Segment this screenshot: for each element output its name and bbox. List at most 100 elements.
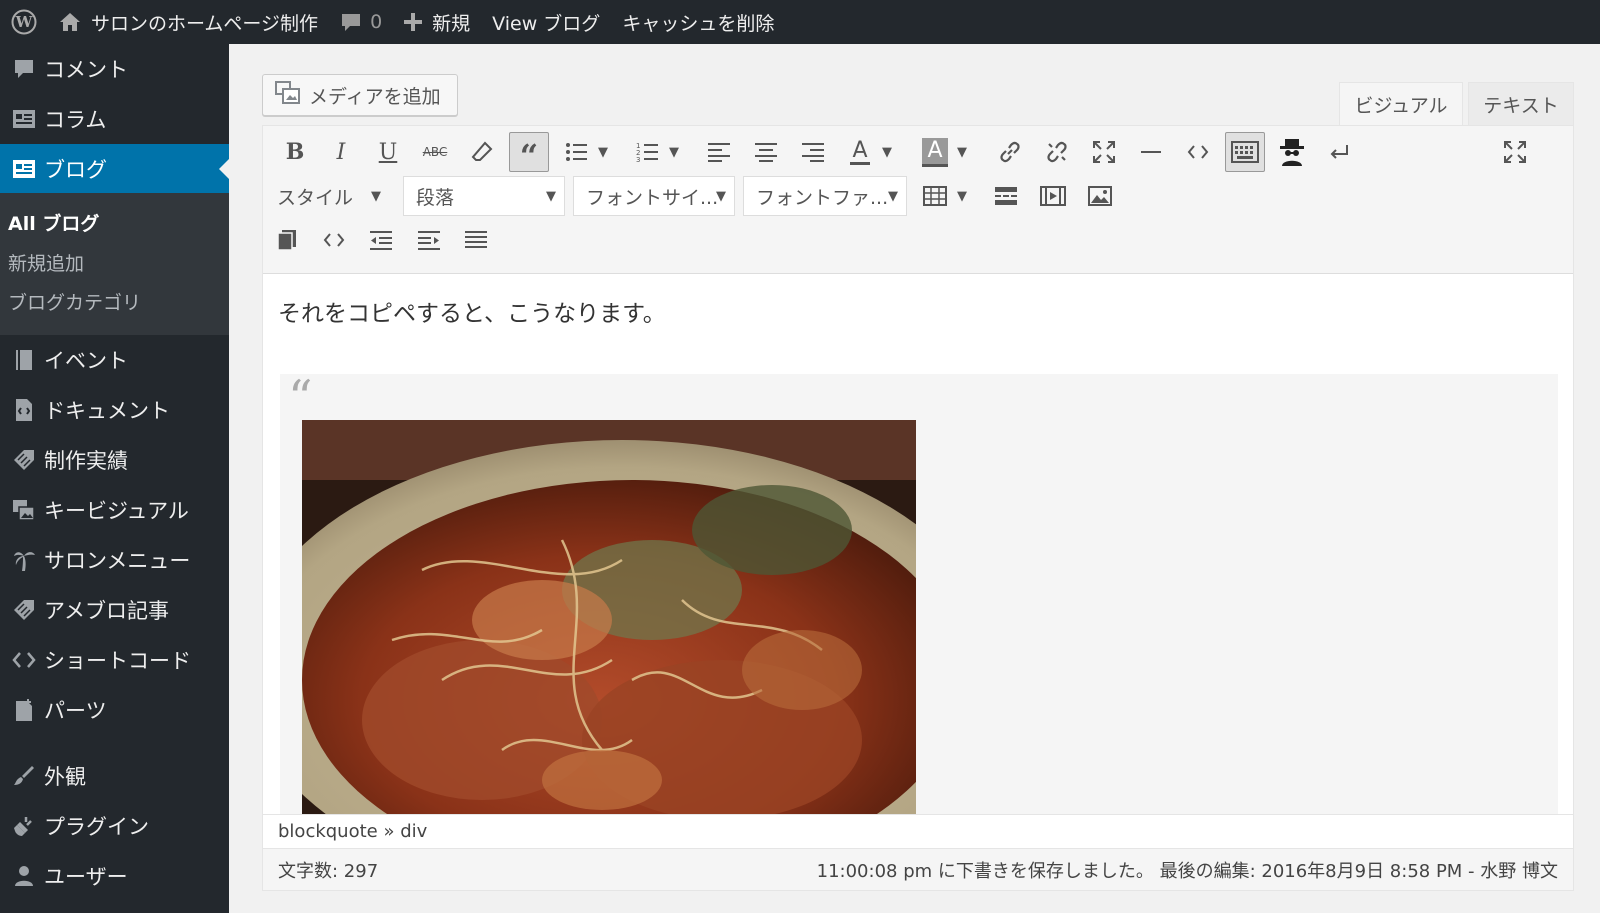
sidebar-item-comments[interactable]: コメント — [0, 44, 229, 94]
tab-text[interactable]: テキスト — [1468, 82, 1574, 126]
tab-visual[interactable]: ビジュアル — [1339, 82, 1463, 126]
sidebar-item-works[interactable]: 制作実績 — [0, 435, 229, 485]
font-family-select[interactable]: フォントファ... ▼ — [743, 176, 907, 216]
home-icon — [59, 12, 81, 32]
line-break-button[interactable] — [1319, 132, 1359, 172]
horizontal-line-button[interactable] — [1131, 132, 1171, 172]
submenu-blog-category[interactable]: ブログカテゴリ — [8, 288, 141, 315]
justify-button[interactable] — [456, 220, 496, 260]
toolbar-toggle-button[interactable] — [1225, 132, 1265, 172]
format-value: 段落 — [416, 186, 455, 209]
paste-button[interactable] — [267, 220, 307, 260]
unlink-icon — [1045, 140, 1069, 164]
tag-icon — [0, 435, 44, 485]
blog-icon — [0, 144, 44, 194]
sidebar-item-label: イベント — [44, 349, 128, 373]
bullet-list-button[interactable] — [556, 132, 596, 172]
blockquote[interactable]: “ — [280, 374, 1558, 814]
clear-cache-link[interactable]: キャッシュを削除 — [611, 0, 785, 44]
sidebar-item-shortcode[interactable]: ショートコード — [0, 635, 229, 685]
site-name-link[interactable]: サロンのホームページ制作 — [48, 0, 329, 44]
table-icon — [923, 186, 947, 206]
food-photo[interactable] — [302, 420, 916, 814]
document-icon — [0, 385, 44, 435]
new-content-link[interactable]: 新規 — [393, 0, 481, 44]
svg-text:3: 3 — [636, 156, 640, 162]
styles-dropdown[interactable]: スタイル ▼ — [277, 176, 387, 216]
italic-button[interactable]: I — [321, 132, 361, 172]
submenu-add-new[interactable]: 新規追加 — [8, 249, 84, 276]
text-color-dropdown[interactable]: ▼ — [880, 132, 894, 172]
sidebar-item-label: コラム — [44, 108, 107, 132]
distraction-free-button[interactable] — [1084, 132, 1124, 172]
strikethrough-button[interactable]: ABC — [415, 132, 455, 172]
table-dropdown[interactable]: ▼ — [955, 176, 969, 216]
blockquote-button[interactable]: “ — [509, 132, 549, 172]
background-color-dropdown[interactable]: ▼ — [955, 132, 969, 172]
sidebar-item-column[interactable]: コラム — [0, 94, 229, 144]
code-button[interactable] — [1178, 132, 1218, 172]
font-size-select[interactable]: フォントサイ... ▼ — [573, 176, 735, 216]
align-center-button[interactable] — [746, 132, 786, 172]
code-icon — [1187, 144, 1209, 160]
align-left-icon — [708, 142, 730, 162]
underline-button[interactable]: U — [368, 132, 408, 172]
page-break-button[interactable] — [986, 176, 1026, 216]
sidebar-item-label: サロンメニュー — [44, 549, 191, 573]
editor-content-area[interactable]: それをコピペすると、こうなります。 “ — [263, 274, 1573, 814]
indent-button[interactable] — [409, 220, 449, 260]
caret-down-icon: ▼ — [888, 188, 898, 204]
sidebar-item-blog[interactable]: ブログ — [0, 144, 229, 194]
comment-bubble-icon — [340, 11, 362, 33]
sidebar-item-key-visual[interactable]: キービジュアル — [0, 485, 229, 535]
source-code-button[interactable] — [314, 220, 354, 260]
sidebar-item-event[interactable]: イベント — [0, 335, 229, 385]
paragraph-text[interactable]: それをコピペすると、こうなります。 — [278, 294, 666, 328]
bold-button[interactable]: B — [275, 132, 315, 172]
sidebar-item-label: パーツ — [44, 699, 107, 723]
book-icon — [0, 335, 44, 385]
align-left-button[interactable] — [699, 132, 739, 172]
justify-icon — [465, 230, 487, 250]
wordpress-logo-icon[interactable]: W — [0, 0, 48, 44]
view-blog-link[interactable]: View ブログ — [481, 0, 611, 44]
caret-down-icon: ▼ — [957, 188, 967, 204]
editor-toolbar: B I U ABC “ ▼ 123 ▼ A ▼ A ▼ スタイル ▼ 段落 ▼ … — [263, 126, 1573, 274]
caret-down-icon: ▼ — [957, 144, 967, 160]
background-color-button[interactable]: A — [915, 132, 955, 172]
text-color-button[interactable]: A — [840, 132, 880, 172]
align-right-button[interactable] — [793, 132, 833, 172]
outdent-button[interactable] — [361, 220, 401, 260]
image-icon — [1088, 186, 1112, 206]
paste-icon — [277, 229, 297, 251]
sidebar-item-document[interactable]: ドキュメント — [0, 385, 229, 435]
horizontal-line-icon — [1141, 150, 1161, 154]
sidebar-item-plugins[interactable]: プラグイン — [0, 801, 229, 851]
fullscreen-button[interactable] — [1495, 132, 1535, 172]
caret-down-icon: ▼ — [669, 144, 679, 160]
sidebar-item-label: ショートコード — [44, 649, 191, 673]
table-button[interactable] — [915, 176, 955, 216]
sidebar-item-ameblo[interactable]: アメブロ記事 — [0, 585, 229, 635]
caret-down-icon: ▼ — [371, 188, 381, 204]
bullet-list-dropdown[interactable]: ▼ — [596, 132, 610, 172]
sidebar-item-salon-menu[interactable]: サロンメニュー — [0, 535, 229, 585]
sidebar-item-appearance[interactable]: 外観 — [0, 751, 229, 801]
insert-link-button[interactable] — [990, 132, 1030, 172]
format-select[interactable]: 段落 ▼ — [403, 176, 565, 216]
add-media-button[interactable]: メディアを追加 — [262, 74, 458, 116]
spy-button[interactable] — [1272, 132, 1312, 172]
remove-link-button[interactable] — [1037, 132, 1077, 172]
sidebar-item-parts[interactable]: パーツ — [0, 685, 229, 735]
clear-formatting-button[interactable] — [462, 132, 502, 172]
submenu-all-blog[interactable]: All ブログ — [8, 209, 99, 236]
new-label: 新規 — [432, 12, 471, 35]
numbered-list-dropdown[interactable]: ▼ — [667, 132, 681, 172]
sidebar-item-users[interactable]: ユーザー — [0, 851, 229, 901]
insert-video-button[interactable] — [1033, 176, 1073, 216]
return-icon — [1328, 143, 1350, 161]
autosave-status: 11:00:08 pm に下書きを保存しました。 最後の編集: 2016年8月9… — [816, 860, 1558, 882]
insert-image-button[interactable] — [1080, 176, 1120, 216]
comments-link[interactable]: 0 — [329, 0, 393, 44]
numbered-list-button[interactable]: 123 — [627, 132, 667, 172]
